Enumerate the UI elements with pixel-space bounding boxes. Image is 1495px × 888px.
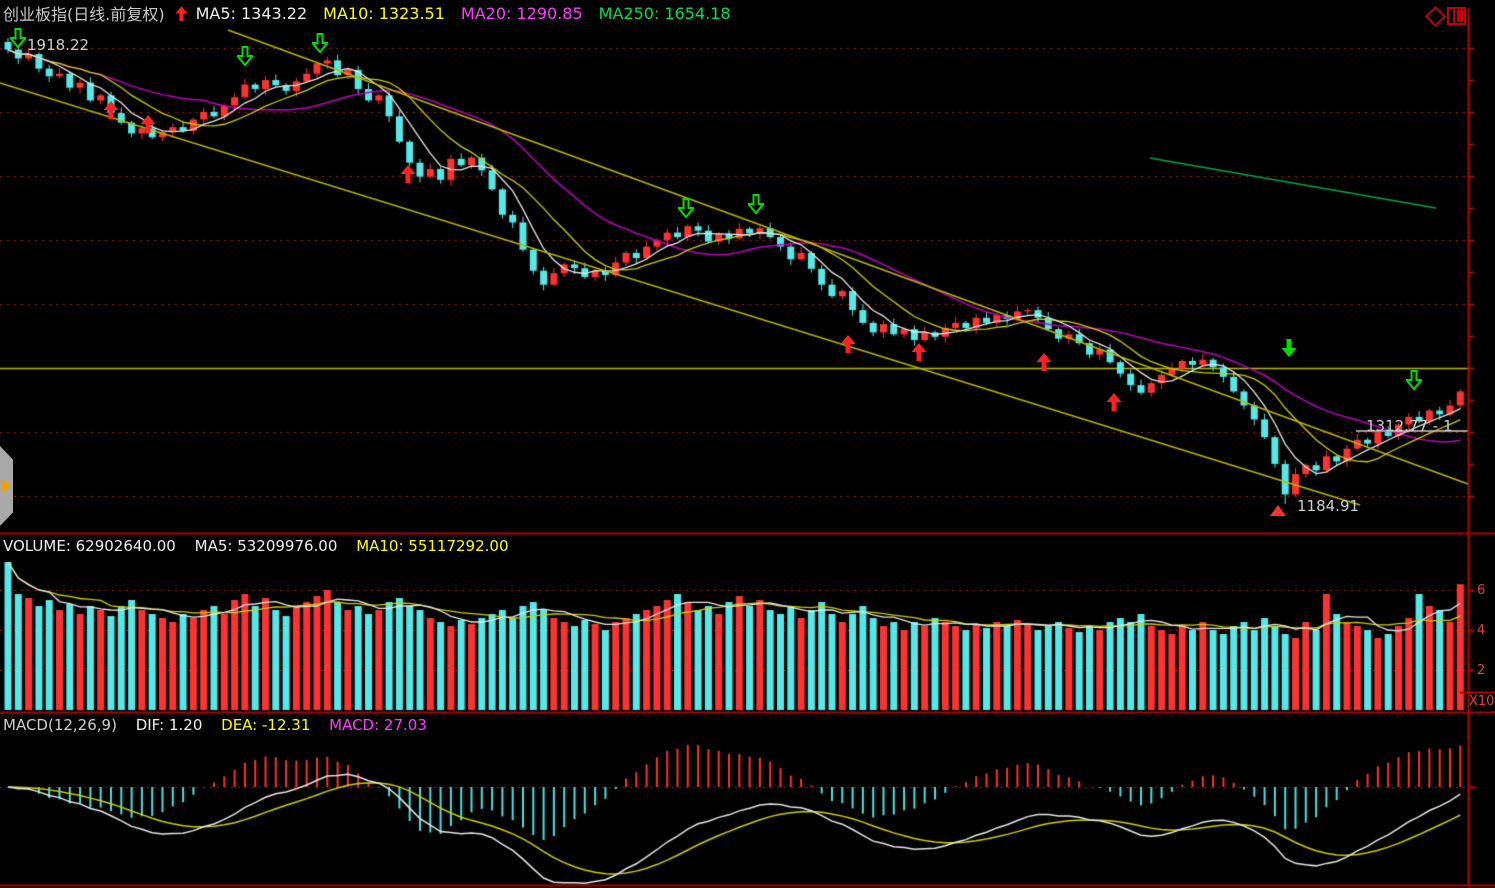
volume-axis-tick-4: 4 — [1477, 623, 1485, 638]
split-window-fill — [1457, 10, 1463, 22]
expand-arrow-icon — [2, 479, 11, 493]
instrument-title: 创业板指(日线.前复权) — [3, 1, 165, 25]
volume-ma5-value: MA5: 53209976.00 — [195, 537, 338, 555]
low-price-label: 1184.91 — [1297, 497, 1359, 515]
buy-signal-icon — [911, 342, 927, 362]
sell-signal-solid-icon — [1281, 338, 1297, 358]
volume-ma10-value: MA10: 55117292.00 — [356, 537, 508, 555]
macd-params: MACD(12,26,9) — [3, 716, 117, 734]
volume-axis-multiplier: X10 — [1469, 694, 1494, 709]
stock-chart-canvas[interactable] — [0, 0, 1495, 888]
split-window-divider — [1453, 9, 1455, 23]
legend-ma5: MA5: 1343.22 — [196, 4, 308, 23]
sell-signal-icon — [678, 198, 694, 218]
buy-signal-icon — [1106, 392, 1122, 412]
split-window-icon[interactable] — [1447, 7, 1466, 25]
sell-signal-icon — [237, 46, 253, 66]
macd-legend: MACD(12,26,9) DIF: 1.20 DEA: -12.31 MACD… — [3, 716, 441, 734]
macd-dea-value: DEA: -12.31 — [221, 716, 310, 734]
macd-dif-value: DIF: 1.20 — [136, 716, 203, 734]
volume-axis-tick-6: 6 — [1477, 583, 1485, 598]
sell-signal-icon — [312, 33, 328, 53]
legend-ma20: MA20: 1290.85 — [461, 4, 583, 23]
volume-value: VOLUME: 62902640.00 — [3, 537, 176, 555]
high-price-label: 1918.22 — [27, 36, 89, 54]
buy-signal-icon — [840, 334, 856, 354]
volume-axis-tick-2: 2 — [1477, 663, 1485, 678]
up-arrow-icon — [175, 5, 188, 22]
volume-legend: VOLUME: 62902640.00 MA5: 53209976.00 MA1… — [3, 537, 523, 555]
buy-signal-icon — [140, 114, 156, 134]
legend-ma250: MA250: 1654.18 — [599, 4, 731, 23]
sell-signal-icon — [1406, 370, 1422, 390]
buy-signal-icon — [103, 100, 119, 120]
sell-signal-icon — [10, 28, 26, 48]
sell-signal-icon — [748, 194, 764, 214]
chart-header: 创业板指(日线.前复权) MA5: 1343.22 MA10: 1323.51 … — [0, 0, 1495, 26]
buy-signal-icon — [400, 164, 416, 184]
current-price-label: 1312.77 - 1 — [1366, 417, 1453, 435]
stock-chart-app: 创业板指(日线.前复权) MA5: 1343.22 MA10: 1323.51 … — [0, 0, 1495, 888]
buy-signal-icon — [1036, 352, 1052, 372]
legend-ma10: MA10: 1323.51 — [323, 4, 445, 23]
sidebar-expand-handle[interactable] — [0, 446, 13, 526]
macd-hist-value: MACD: 27.03 — [329, 716, 427, 734]
low-marker-icon — [1270, 505, 1286, 516]
